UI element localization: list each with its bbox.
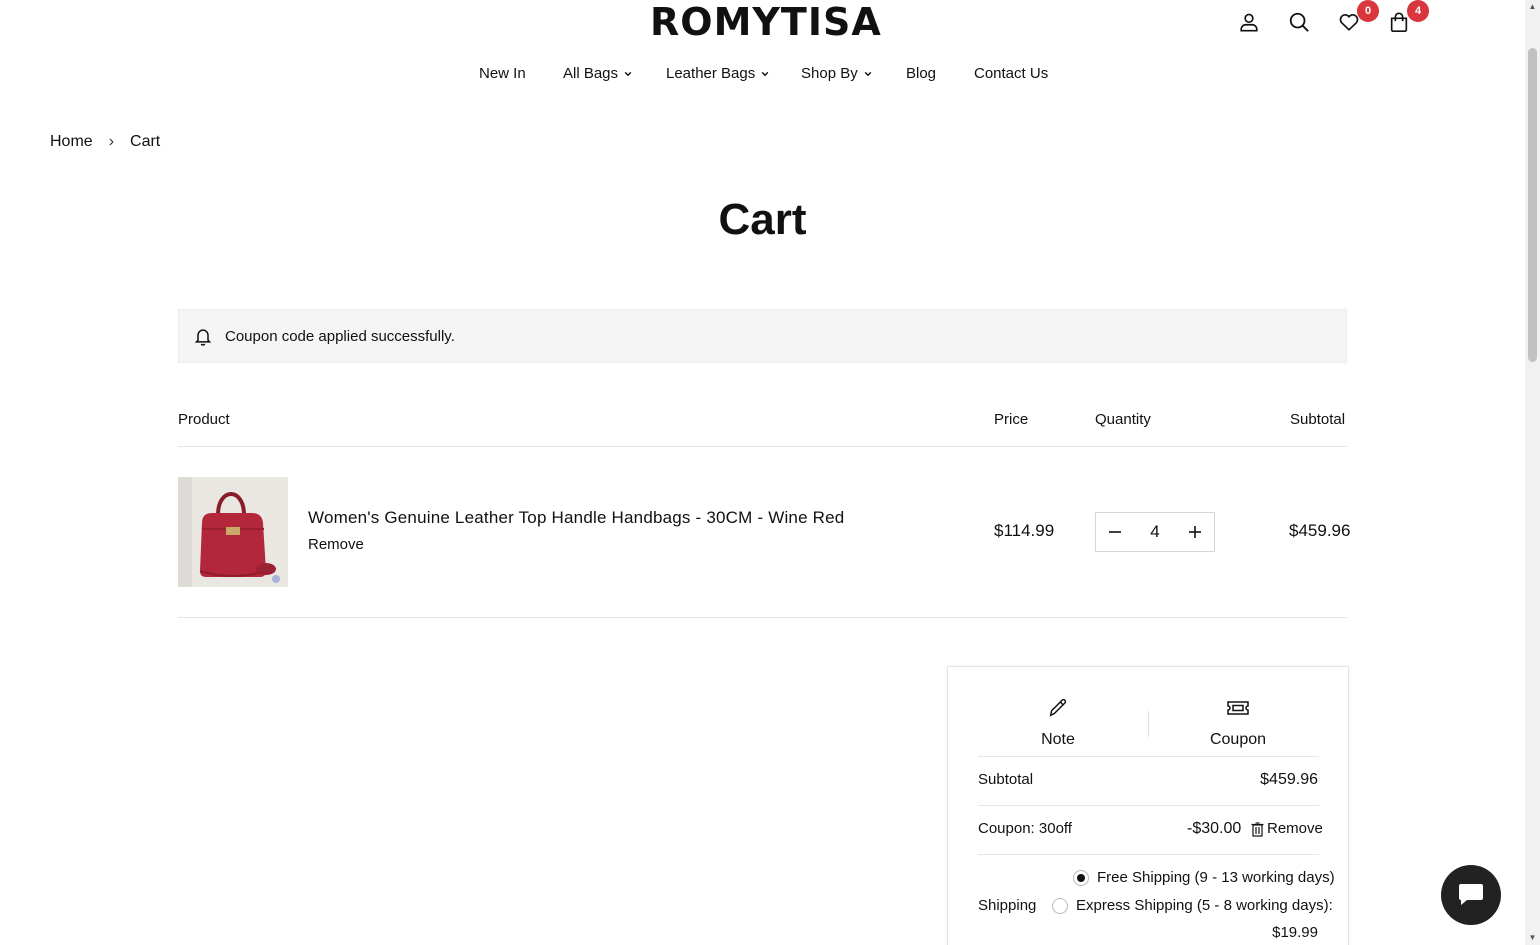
- account-icon[interactable]: [1235, 8, 1263, 36]
- pencil-icon: [1049, 698, 1067, 717]
- trash-icon: [1251, 821, 1264, 837]
- coupon-tab[interactable]: Coupon: [1168, 697, 1308, 750]
- decrease-quantity-button[interactable]: [1096, 513, 1134, 551]
- column-header-price: Price: [994, 411, 1029, 428]
- free-shipping-label[interactable]: Free Shipping (9 - 13 working days): [1097, 868, 1335, 888]
- column-header-subtotal: Subtotal: [1290, 411, 1346, 428]
- nav-item-new-in[interactable]: New In: [479, 64, 526, 84]
- line-subtotal: $459.96: [1289, 521, 1351, 540]
- free-shipping-radio[interactable]: [1073, 870, 1089, 886]
- handbag-illustration: [178, 477, 288, 587]
- chevron-down-icon: [624, 71, 632, 77]
- chevron-down-icon: [761, 71, 769, 77]
- divider: [978, 854, 1319, 855]
- note-tab[interactable]: Note: [988, 697, 1128, 750]
- plus-icon: [1189, 526, 1201, 538]
- shipping-label: Shipping: [978, 897, 1037, 914]
- nav-item-label: Blog: [906, 65, 937, 82]
- product-image[interactable]: [178, 477, 288, 587]
- remove-item-link[interactable]: Remove: [308, 535, 364, 555]
- page: ROMYTISA 0 4 New In All Bags Leather Bag…: [0, 0, 1525, 945]
- coupon-tab-label: Coupon: [1209, 731, 1267, 748]
- note-tab-label: Note: [1041, 731, 1075, 748]
- ticket-icon: [1227, 701, 1249, 715]
- notice-message: Coupon code applied successfully.: [225, 327, 455, 345]
- page-scrollbar[interactable]: ▲ ▼: [1525, 0, 1540, 945]
- chat-icon: [1459, 884, 1483, 905]
- remove-coupon-button[interactable]: Remove: [1251, 819, 1323, 839]
- divider: [978, 805, 1319, 806]
- column-header-quantity: Quantity: [1095, 411, 1151, 428]
- nav-item-label: Shop By: [801, 65, 858, 82]
- quantity-stepper: [1095, 512, 1215, 552]
- breadcrumb: Home › Cart: [50, 132, 160, 152]
- nav-item-label: All Bags: [563, 65, 619, 82]
- product-name-link[interactable]: Women's Genuine Leather Top Handle Handb…: [308, 507, 844, 529]
- divider: [978, 756, 1319, 757]
- divider: [178, 617, 1347, 618]
- nav-item-contact-us[interactable]: Contact Us: [974, 64, 1048, 84]
- page-title: Cart: [718, 195, 807, 244]
- breadcrumb-home-link[interactable]: Home: [50, 132, 93, 152]
- product-price: $114.99: [994, 521, 1055, 540]
- nav-item-label: New In: [479, 65, 526, 82]
- nav-item-label: Contact Us: [974, 65, 1049, 82]
- nav-item-blog[interactable]: Blog: [906, 64, 936, 84]
- minus-icon: [1109, 531, 1121, 533]
- breadcrumb-separator: ›: [108, 133, 115, 150]
- express-shipping-radio[interactable]: [1052, 898, 1068, 914]
- scroll-down-arrow-icon[interactable]: ▼: [1528, 933, 1537, 942]
- chevron-down-icon: [864, 71, 872, 77]
- scrollbar-thumb[interactable]: [1528, 48, 1537, 362]
- nav-item-all-bags[interactable]: All Bags: [563, 64, 632, 84]
- remove-coupon-label: Remove: [1267, 820, 1323, 837]
- coupon-success-notice: Coupon code applied successfully.: [178, 309, 1347, 363]
- chat-button[interactable]: [1441, 865, 1501, 925]
- bell-icon: [194, 329, 212, 346]
- express-shipping-label[interactable]: Express Shipping (5 - 8 working days):: [1076, 896, 1333, 916]
- search-icon[interactable]: [1285, 8, 1313, 36]
- store-logo[interactable]: ROMYTISA: [650, 0, 881, 44]
- coupon-discount-value: -$30.00: [1187, 820, 1242, 837]
- express-shipping-price: $19.99: [1272, 924, 1318, 941]
- summary-subtotal-value: $459.96: [1260, 771, 1318, 788]
- cart-count-badge: 4: [1407, 0, 1429, 22]
- increase-quantity-button[interactable]: [1176, 513, 1214, 551]
- breadcrumb-current: Cart: [130, 133, 161, 150]
- column-header-product: Product: [178, 411, 230, 428]
- nav-item-leather-bags[interactable]: Leather Bags: [666, 64, 769, 84]
- cart-summary: Note Coupon Subtotal $459.96 Coupon: 30o…: [947, 666, 1349, 945]
- divider: [178, 446, 1347, 447]
- main-nav: New In All Bags Leather Bags Shop By Blo…: [0, 64, 1525, 86]
- nav-item-label: Leather Bags: [666, 65, 756, 82]
- summary-subtotal-label: Subtotal: [978, 771, 1034, 788]
- scroll-up-arrow-icon[interactable]: ▲: [1528, 2, 1537, 11]
- cart-button[interactable]: 4: [1385, 0, 1429, 36]
- nav-item-shop-by[interactable]: Shop By: [801, 64, 872, 84]
- divider: [1148, 711, 1149, 737]
- quantity-input[interactable]: [1135, 522, 1175, 542]
- wishlist-button[interactable]: 0: [1335, 0, 1379, 36]
- coupon-code-label: Coupon: 30off: [978, 820, 1072, 837]
- wishlist-count-badge: 0: [1357, 0, 1379, 22]
